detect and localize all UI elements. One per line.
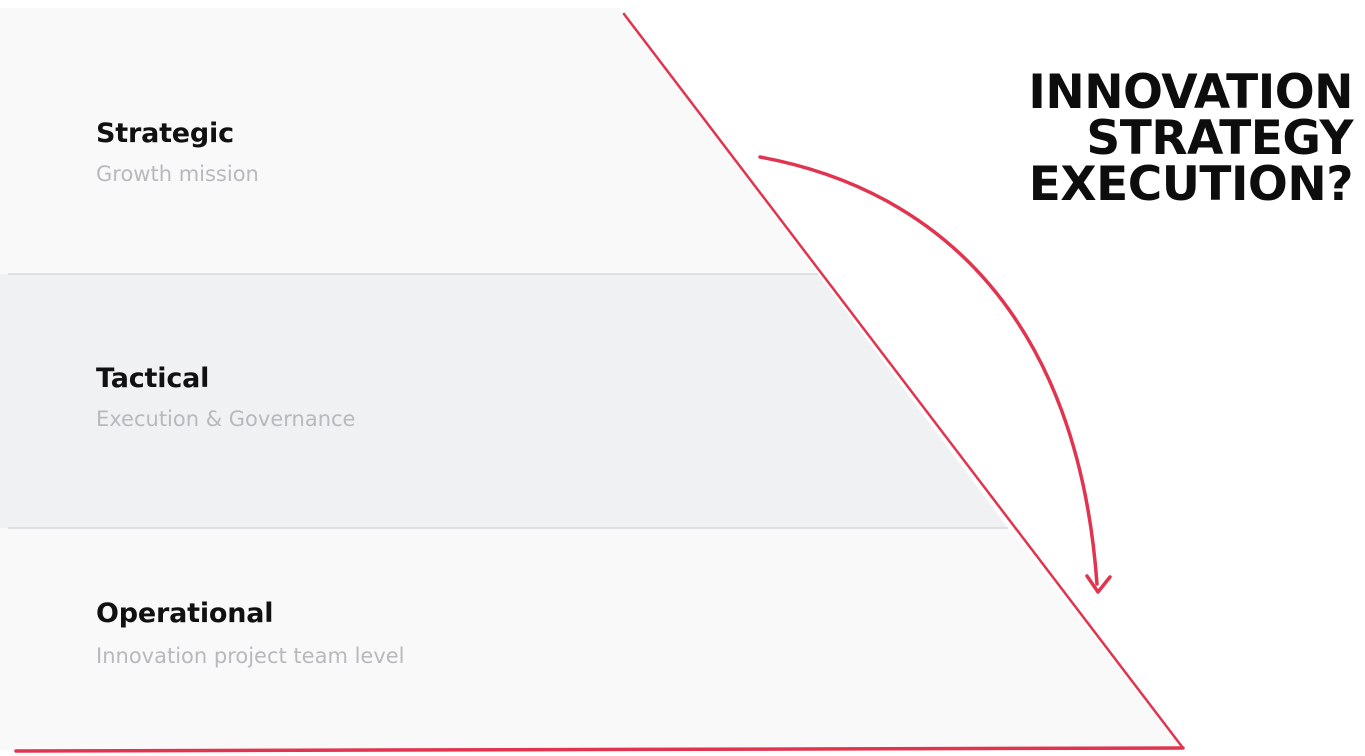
operational-title: Operational <box>96 598 274 629</box>
operational-subtitle: Innovation project team level <box>96 644 405 668</box>
pyramid-slide: Strategic Growth mission Tactical Execut… <box>0 0 1365 756</box>
strategic-title: Strategic <box>96 118 234 149</box>
band-tactical <box>0 274 1008 528</box>
strategic-subtitle: Growth mission <box>96 162 259 186</box>
tactical-title: Tactical <box>96 363 210 394</box>
headline-line-2: STRATEGY <box>1086 111 1353 166</box>
band-operational <box>0 528 1183 750</box>
headline-line-3: EXECUTION? <box>1028 157 1354 212</box>
headline: INNOVATION STRATEGY EXECUTION? <box>1028 65 1354 212</box>
tactical-subtitle: Execution & Governance <box>96 407 356 431</box>
headline-line-1: INNOVATION <box>1028 65 1353 120</box>
